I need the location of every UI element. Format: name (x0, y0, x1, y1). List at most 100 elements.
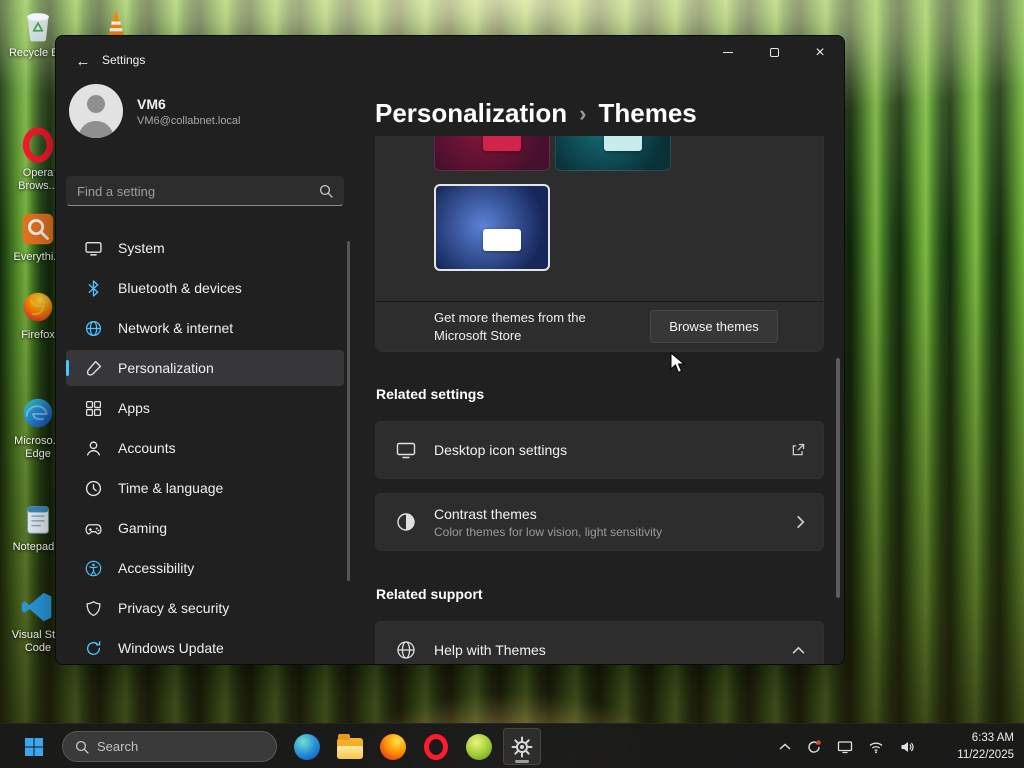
sidebar-item-personalization[interactable]: Personalization (66, 350, 344, 386)
user-name: VM6 (137, 95, 166, 112)
taskbar-app-settings[interactable] (503, 728, 541, 765)
recycle-bin-icon (19, 6, 57, 44)
settings-nav: System Bluetooth & devices Network & inter… (56, 230, 356, 664)
window-controls: × (705, 37, 843, 68)
sidebar-item-label: Accessibility (118, 560, 195, 576)
clock-date: 11/22/2025 (957, 748, 1014, 761)
accessibility-icon (85, 560, 102, 577)
desktop-icon-label: Firefox (21, 329, 55, 341)
sidebar-scrollbar[interactable] (347, 241, 350, 581)
window-title: Settings (102, 53, 146, 67)
sidebar-item-label: Apps (118, 400, 150, 416)
personalization-icon (85, 360, 102, 377)
edge-icon (19, 394, 57, 432)
sidebar-item-accessibility[interactable]: Accessibility (66, 550, 344, 586)
row-text: Contrast themes Color themes for low visi… (434, 506, 778, 539)
close-button[interactable]: × (797, 37, 843, 68)
theme-preview-window (603, 136, 642, 152)
everything-icon (19, 210, 57, 248)
windows-logo-icon (24, 737, 44, 757)
setting-row-desktop-icon-settings[interactable]: Desktop icon settings (375, 421, 824, 479)
user-info: VM6 VM6@collabnet.local (137, 96, 241, 127)
sidebar-item-gaming[interactable]: Gaming (66, 510, 344, 546)
search-icon (75, 740, 89, 754)
tray-display-icon[interactable] (833, 735, 857, 759)
theme-thumbnail-1[interactable] (434, 136, 550, 171)
network-icon (85, 320, 102, 337)
taskbar-app-opera[interactable] (417, 728, 455, 765)
sidebar-item-label: Accounts (118, 440, 176, 456)
minimize-icon (723, 52, 733, 53)
sidebar-item-label: Privacy & security (118, 600, 230, 616)
back-arrow-icon: ← (75, 52, 91, 70)
update-icon (85, 640, 102, 657)
taskbar: 6:33 AM 11/22/2025 (0, 723, 1024, 768)
privacy-icon (85, 600, 102, 617)
taskbar-app-firefox[interactable] (374, 728, 412, 765)
row-text: Desktop icon settings (434, 442, 773, 458)
user-profile[interactable]: VM6 VM6@collabnet.local (69, 84, 241, 138)
vscode-icon (19, 588, 57, 626)
chevron-up-icon (792, 646, 805, 655)
store-text: Get more themes from the Microsoft Store (434, 310, 586, 343)
breadcrumb-separator-icon: › (579, 100, 587, 126)
taskbar-apps (288, 728, 541, 765)
sidebar-item-system[interactable]: System (66, 230, 344, 266)
themes-card: Get more themes from the Microsoft Store… (375, 136, 824, 352)
firefox-icon (380, 733, 406, 760)
chevron-right-icon (796, 515, 805, 529)
clock-time: 6:33 AM (971, 732, 1014, 744)
minimize-button[interactable] (705, 37, 751, 68)
sidebar-item-time-language[interactable]: Time & language (66, 470, 344, 506)
person-icon (78, 95, 114, 138)
related-settings-heading: Related settings (376, 386, 485, 402)
edge-icon (294, 733, 320, 760)
setting-row-help-with-themes[interactable]: Help with Themes (375, 621, 824, 664)
sidebar-item-label: Gaming (118, 520, 168, 536)
breadcrumb-personalization[interactable]: Personalization (375, 98, 567, 129)
taskbar-app-green-app[interactable] (460, 728, 498, 765)
external-link-icon (791, 443, 805, 457)
tray-chevron-up-icon[interactable] (775, 739, 795, 755)
store-row: Get more themes from the Microsoft Store… (376, 302, 823, 351)
sidebar-item-accounts[interactable]: Accounts (66, 430, 344, 466)
taskbar-search[interactable] (62, 731, 277, 762)
sidebar-item-windows-update[interactable]: Windows Update (66, 630, 344, 664)
green-app-icon (466, 733, 492, 760)
sidebar-item-label: Personalization (118, 360, 214, 376)
notepad-icon (19, 500, 57, 538)
theme-thumbnail-3[interactable] (434, 184, 550, 271)
tray-volume-icon[interactable] (895, 735, 919, 759)
row-subtitle: Color themes for low vision, light sensi… (434, 524, 663, 539)
back-button[interactable]: ← (66, 48, 100, 74)
bluetooth-icon (85, 279, 102, 297)
setting-row-contrast-themes[interactable]: Contrast themes Color themes for low visi… (375, 493, 824, 551)
theme-preview-window (482, 136, 521, 152)
opera-icon (424, 733, 448, 760)
help-globe-icon (396, 640, 416, 660)
browse-themes-button[interactable]: Browse themes (650, 310, 778, 343)
taskbar-tray (775, 728, 919, 765)
maximize-icon (769, 48, 779, 57)
row-text: Help with Themes (434, 642, 774, 658)
taskbar-search-input[interactable] (97, 739, 264, 754)
sidebar-item-network-internet[interactable]: Network & internet (66, 310, 344, 346)
taskbar-app-edge[interactable] (288, 728, 326, 765)
related-settings-list: Desktop icon settings Contrast themes Colo… (375, 421, 824, 565)
taskbar-clock[interactable]: 6:33 AM 11/22/2025 (957, 730, 1014, 763)
sidebar-item-privacy-security[interactable]: Privacy & security (66, 590, 344, 626)
maximize-button[interactable] (751, 37, 797, 68)
taskbar-app-file-explorer[interactable] (331, 728, 369, 765)
settings-search-box[interactable] (66, 176, 344, 206)
content-scrollbar[interactable] (836, 358, 840, 598)
tray-network-icon[interactable] (864, 735, 888, 759)
related-support-heading: Related support (376, 586, 483, 602)
tray-sync-icon[interactable] (802, 735, 826, 759)
start-button[interactable] (16, 731, 52, 762)
sidebar-item-bluetooth-devices[interactable]: Bluetooth & devices (66, 270, 344, 306)
time-icon (85, 480, 102, 497)
settings-search-input[interactable] (77, 183, 319, 199)
theme-thumbnail-2[interactable] (555, 136, 671, 171)
theme-preview-window (483, 229, 522, 252)
sidebar-item-apps[interactable]: Apps (66, 390, 344, 426)
